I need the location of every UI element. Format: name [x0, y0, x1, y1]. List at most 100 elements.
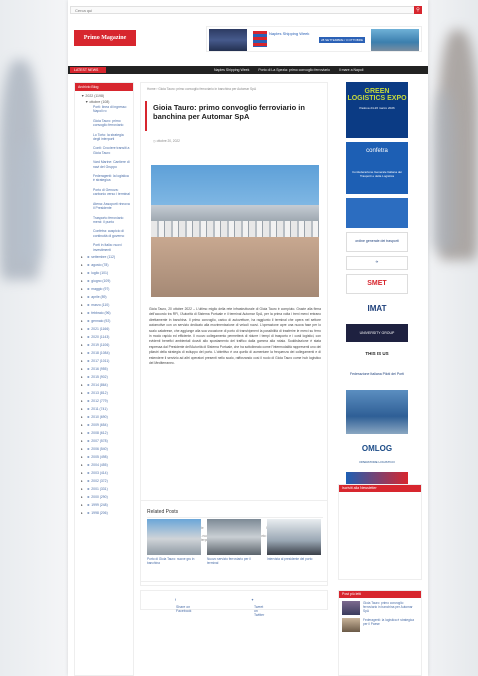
archive-period-link[interactable]: ► febbraio (96) — [75, 309, 133, 317]
archive-post-link[interactable]: Conti: Crociere transiti a Gioia Tauro — [75, 145, 133, 156]
ad-federazione-piloti[interactable]: Federazione Italiana Piloti dei Porti — [346, 366, 408, 386]
archive-period-link[interactable]: ► 2003 (414) — [75, 469, 133, 477]
archive-period-link[interactable]: ► 2018 (1084) — [75, 349, 133, 357]
archive-period-link[interactable]: ► 2014 (864) — [75, 381, 133, 389]
archive-post-link[interactable]: Confetra: auspicio di continuità di gove… — [75, 228, 133, 239]
banner-ship-image — [209, 29, 247, 51]
archive-post-link[interactable]: Trasporto ferroviario merci: il punto — [75, 215, 133, 226]
post-date-text: ottobre 20, 2022 — [156, 139, 180, 143]
archive-period-link[interactable]: ► 2005 (498) — [75, 453, 133, 461]
archive-period-link[interactable]: ► agosto (78) — [75, 261, 133, 269]
archive-period-link[interactable]: ► 2006 (540) — [75, 445, 133, 453]
popular-post-item[interactable]: Federagenti: la logistica è strategica p… — [339, 615, 421, 632]
ad-imat[interactable]: IMAT — [346, 298, 408, 320]
archive-year-toggle[interactable]: ▼ 2022 (1198) — [75, 91, 133, 98]
site-logo[interactable]: Primo Magazine — [74, 30, 136, 46]
archive-period-link[interactable]: ► 1998 (206) — [75, 509, 133, 517]
archive-period-link[interactable]: ► 2004 (455) — [75, 461, 133, 469]
ad-glex-sub: Padova 24-26 marzo 2026 — [359, 106, 395, 110]
banner-logo-icon — [253, 31, 267, 47]
ad-this-is-us[interactable]: THIS IS US — [346, 346, 408, 362]
ad-confetra-title: confetra — [366, 148, 388, 154]
news-ticker[interactable]: Naples Shipping Week Porto di La Spezia:… — [214, 68, 371, 72]
archive-period-link[interactable]: ► 2008 (612) — [75, 429, 133, 437]
ad-green-logistics-expo[interactable]: GREEN LOGISTICS EXPO Padova 24-26 marzo 2… — [346, 82, 408, 138]
related-thumbnail — [207, 519, 261, 555]
related-caption: Nuovo servizio ferroviario per il termin… — [207, 557, 251, 566]
ad-trasporti[interactable]: ordine generale dei trasporti — [346, 232, 408, 252]
ad-university[interactable]: UNIVERSITY GROUP — [346, 324, 408, 342]
newsletter-title: Iscriviti alla Newsletter — [339, 485, 421, 492]
archive-period-link[interactable]: ► 2015 (902) — [75, 373, 133, 381]
archive-post-link[interactable]: Porti in Italia: nuovi investimenti — [75, 242, 133, 253]
share-twitter-button[interactable]: ✦ Tweet on Twitter — [251, 598, 264, 617]
archive-period-link[interactable]: ► 2019 (1106) — [75, 341, 133, 349]
popular-posts-widget: Post più letti Gioia Tauro: primo convog… — [338, 590, 422, 676]
archive-post-link[interactable]: Atena: Assoporti rinnova il Presidente — [75, 201, 133, 212]
share-facebook-button[interactable]: f Share on Facebook — [175, 598, 191, 613]
archive-period-link[interactable]: ► aprile (89) — [75, 293, 133, 301]
ad-blue-banner[interactable] — [346, 198, 408, 228]
archive-period-link[interactable]: ► 2007 (578) — [75, 437, 133, 445]
archive-period-link[interactable]: ► maggio (97) — [75, 285, 133, 293]
related-caption: Porto di Gioia Tauro: nuove gru in banch… — [147, 557, 195, 566]
archive-period-link[interactable]: ► 2009 (654) — [75, 421, 133, 429]
title-accent-bar — [145, 101, 147, 131]
archive-period-link[interactable]: ► giugno (109) — [75, 277, 133, 285]
archive-post-link[interactable]: Vard Marine: Cantiere di navi del Gruppo — [75, 159, 133, 170]
archive-period-link[interactable]: ► luglio (101) — [75, 269, 133, 277]
ad-port-photo[interactable] — [346, 390, 408, 434]
banner-date: 28 SETTEMBRE / 3 OTTOBRE 2026 — [319, 37, 365, 48]
share-facebook-label: Share on Facebook — [175, 605, 192, 613]
ad-smet[interactable]: SMET — [346, 274, 408, 294]
archive-period-link[interactable]: ► 2010 (690) — [75, 413, 133, 421]
archive-period-link[interactable]: ► 2013 (812) — [75, 389, 133, 397]
archive-period-link[interactable]: ► 2020 (1143) — [75, 333, 133, 341]
archive-period-link[interactable]: ► 2021 (1166) — [75, 325, 133, 333]
banner-title: Naples Shipping Week — [269, 31, 310, 36]
archive-period-link[interactable]: ► marzo (110) — [75, 301, 133, 309]
archive-period-link[interactable]: ► 2001 (331) — [75, 485, 133, 493]
ad-confetra-sub: Confederazione Generale Italiana dei Tra… — [352, 170, 402, 178]
archive-title: Archivio Blog — [75, 83, 133, 91]
ticker-item[interactable]: Porto di La Spezia: primo convoglio ferr… — [258, 68, 330, 72]
ad-omlog[interactable]: OMLOG OPERATORE LOGISTICO — [346, 438, 408, 468]
archive-post-link[interactable]: Lo Torto: la strategia degli interporti — [75, 132, 133, 143]
breadcrumb[interactable]: Home › Gioia Tauro: primo convoglio ferr… — [147, 87, 256, 91]
ticker-item[interactable]: Naples Shipping Week — [214, 68, 249, 72]
related-card[interactable]: Intervista al presidente del porto — [267, 519, 321, 561]
archive-period-link[interactable]: ► 2000 (290) — [75, 493, 133, 501]
archive-period-link[interactable]: ► 2012 (779) — [75, 397, 133, 405]
search-icon: ⚲ — [416, 7, 420, 13]
related-title: Related Posts — [147, 509, 179, 515]
page-container: ⚲ Primo Magazine Naples Shipping Week 28… — [68, 0, 428, 676]
popular-post-title: Federagenti: la logistica è strategica p… — [363, 618, 415, 627]
header-banner-ad[interactable]: Naples Shipping Week 28 SETTEMBRE / 3 OT… — [206, 26, 422, 52]
archive-period-link[interactable]: ► gennaio (92) — [75, 317, 133, 325]
related-thumbnail — [267, 519, 321, 555]
ad-confetra[interactable]: confetra Confederazione Generale Italiana… — [346, 142, 408, 194]
ad-plane-logo[interactable]: ✈ — [346, 256, 408, 270]
related-posts: Related Posts Porto di Gioia Tauro: nuov… — [140, 500, 328, 586]
archive-post-link[interactable]: Porti: linea di ingresso Napoli ro — [75, 104, 133, 115]
archive-period-link[interactable]: ► 2016 (955) — [75, 365, 133, 373]
menu-button[interactable]: LATEST NEWS — [70, 67, 106, 73]
popular-post-item[interactable]: Gioia Tauro: primo convoglio ferroviario… — [339, 598, 421, 615]
archive-post-link[interactable]: Porto di Genova: carbonio verso i termin… — [75, 187, 133, 198]
archive-period-link[interactable]: ► 1999 (248) — [75, 501, 133, 509]
archive-period-link[interactable]: ► 2011 (741) — [75, 405, 133, 413]
search-button[interactable]: ⚲ — [414, 6, 422, 14]
search-input[interactable] — [71, 7, 401, 13]
related-card[interactable]: Nuovo servizio ferroviario per il termin… — [207, 519, 261, 566]
archive-period-link[interactable]: ► 2002 (372) — [75, 477, 133, 485]
archive-post-link[interactable]: Federagenti: la logistica è strategica — [75, 173, 133, 184]
related-card[interactable]: Porto di Gioia Tauro: nuove gru in banch… — [147, 519, 201, 566]
ticker-item[interactable]: Il mare a Napoli — [339, 68, 364, 72]
popular-post-title: Gioia Tauro: primo convoglio ferroviario… — [363, 601, 413, 614]
archive-post-link[interactable]: Gioia Tauro: primo convoglio ferroviario — [75, 118, 133, 129]
archive-period-link[interactable]: ► settembre (112) — [75, 253, 133, 261]
ad-omlog-title: OMLOG — [361, 444, 393, 453]
archive-period-link[interactable]: ► 2017 (1011) — [75, 357, 133, 365]
ad-glex-title: GREEN LOGISTICS EXPO — [347, 88, 407, 102]
popular-thumbnail — [342, 618, 360, 632]
